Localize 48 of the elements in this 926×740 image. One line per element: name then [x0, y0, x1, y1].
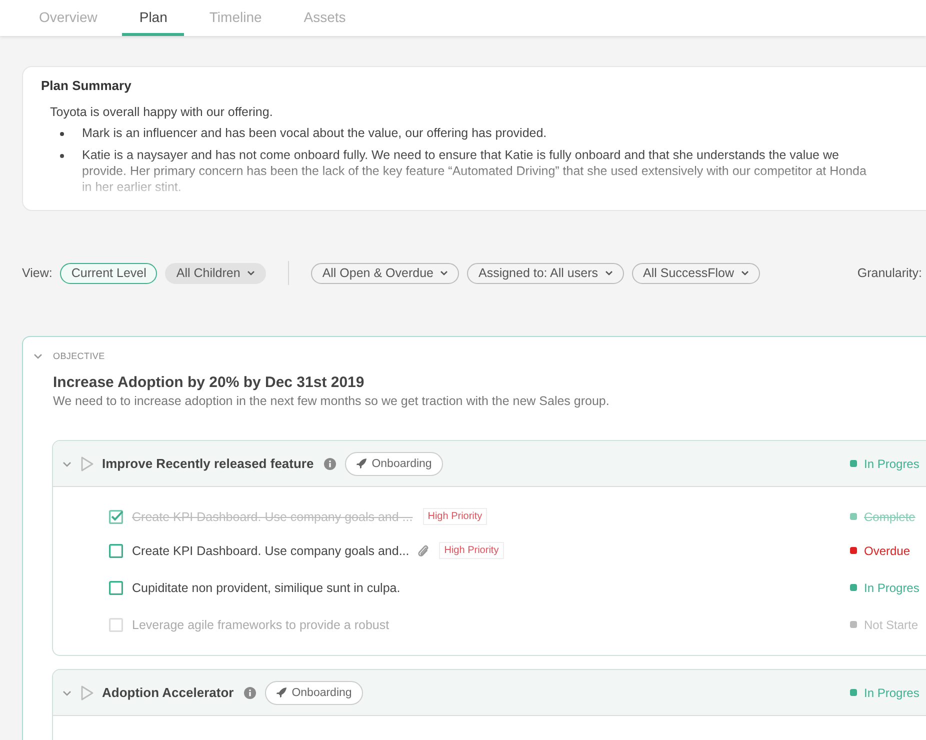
- tag-chip[interactable]: Onboarding: [344, 452, 443, 476]
- view-option[interactable]: All Children: [165, 262, 266, 284]
- caret-icon: [247, 270, 256, 276]
- tag-chip[interactable]: Onboarding: [264, 680, 363, 704]
- status-label: In Progres: [864, 580, 920, 594]
- bullet-icon: [60, 154, 64, 158]
- priority-badge: High Priority: [439, 542, 504, 559]
- goal-title: Adoption Accelerator: [102, 685, 234, 700]
- status-label: Not Starte: [864, 618, 918, 632]
- bullet-text: Mark is an influencer and has been vocal about the value, our offering has provided.: [82, 125, 547, 141]
- status-label: Complete: [864, 510, 916, 524]
- play-icon[interactable]: [80, 456, 94, 472]
- status-label: In Progres: [864, 456, 920, 470]
- goal-title: Improve Recently released feature: [102, 456, 314, 471]
- objective-title: Increase Adoption by 20% by Dec 31st 2019: [53, 374, 366, 391]
- info-icon[interactable]: [244, 686, 256, 698]
- objective-label: OBJECTIVE: [53, 351, 105, 361]
- rocket-icon: [356, 458, 367, 469]
- card-title: Plan Summary: [41, 78, 132, 93]
- task-title: Leverage agile frameworks to provide a robust: [132, 618, 390, 632]
- paperclip-icon[interactable]: [417, 544, 430, 558]
- bullet-icon: [60, 132, 64, 136]
- granularity-label: Granularity:: [857, 266, 922, 280]
- caret-icon: [605, 270, 613, 276]
- checkbox[interactable]: [109, 580, 123, 594]
- caret-icon: [741, 270, 749, 276]
- status-label: In Progres: [864, 686, 920, 700]
- objective-description: We need to to increase adoption in the next few months so we get traction with the new Sales group.: [53, 394, 610, 408]
- task-title: Cupiditate non provident, similique sunt in culpa.: [132, 580, 400, 594]
- summary-text: Toyota is overall happy with our offering.: [50, 105, 274, 119]
- info-icon[interactable]: [324, 458, 336, 470]
- filter-dropdown[interactable]: All SuccessFlow: [632, 262, 760, 284]
- caret-icon: [440, 270, 448, 276]
- checkbox[interactable]: [109, 544, 123, 558]
- status-label: Overdue: [864, 544, 910, 558]
- filter-dropdown[interactable]: All Open & Overdue: [311, 262, 460, 284]
- bullet-text: Katie is a naysayer and has not come onboard fully. We need to ensure that Katie is fully onboard and that she understands the value we provide. Her primary concern has been the lack of the key feature “Automated Driving” that she used extensively with our competitor at Honda in her earlier stint.: [82, 147, 868, 195]
- filter-dropdown[interactable]: Assigned to: All users: [467, 262, 624, 284]
- play-icon[interactable]: [80, 684, 94, 700]
- task-title: Create KPI Dashboard. Use company goals and ...: [132, 510, 413, 524]
- checkbox[interactable]: [109, 510, 123, 524]
- priority-badge: High Priority: [422, 508, 488, 525]
- rocket-icon: [276, 687, 287, 698]
- tab[interactable]: Plan: [122, 0, 184, 36]
- chevron-icon[interactable]: [33, 351, 43, 361]
- view-label: View:: [22, 266, 52, 280]
- view-option[interactable]: Current Level: [60, 262, 158, 284]
- task-title: Create KPI Dashboard. Use company goals and...: [132, 544, 410, 558]
